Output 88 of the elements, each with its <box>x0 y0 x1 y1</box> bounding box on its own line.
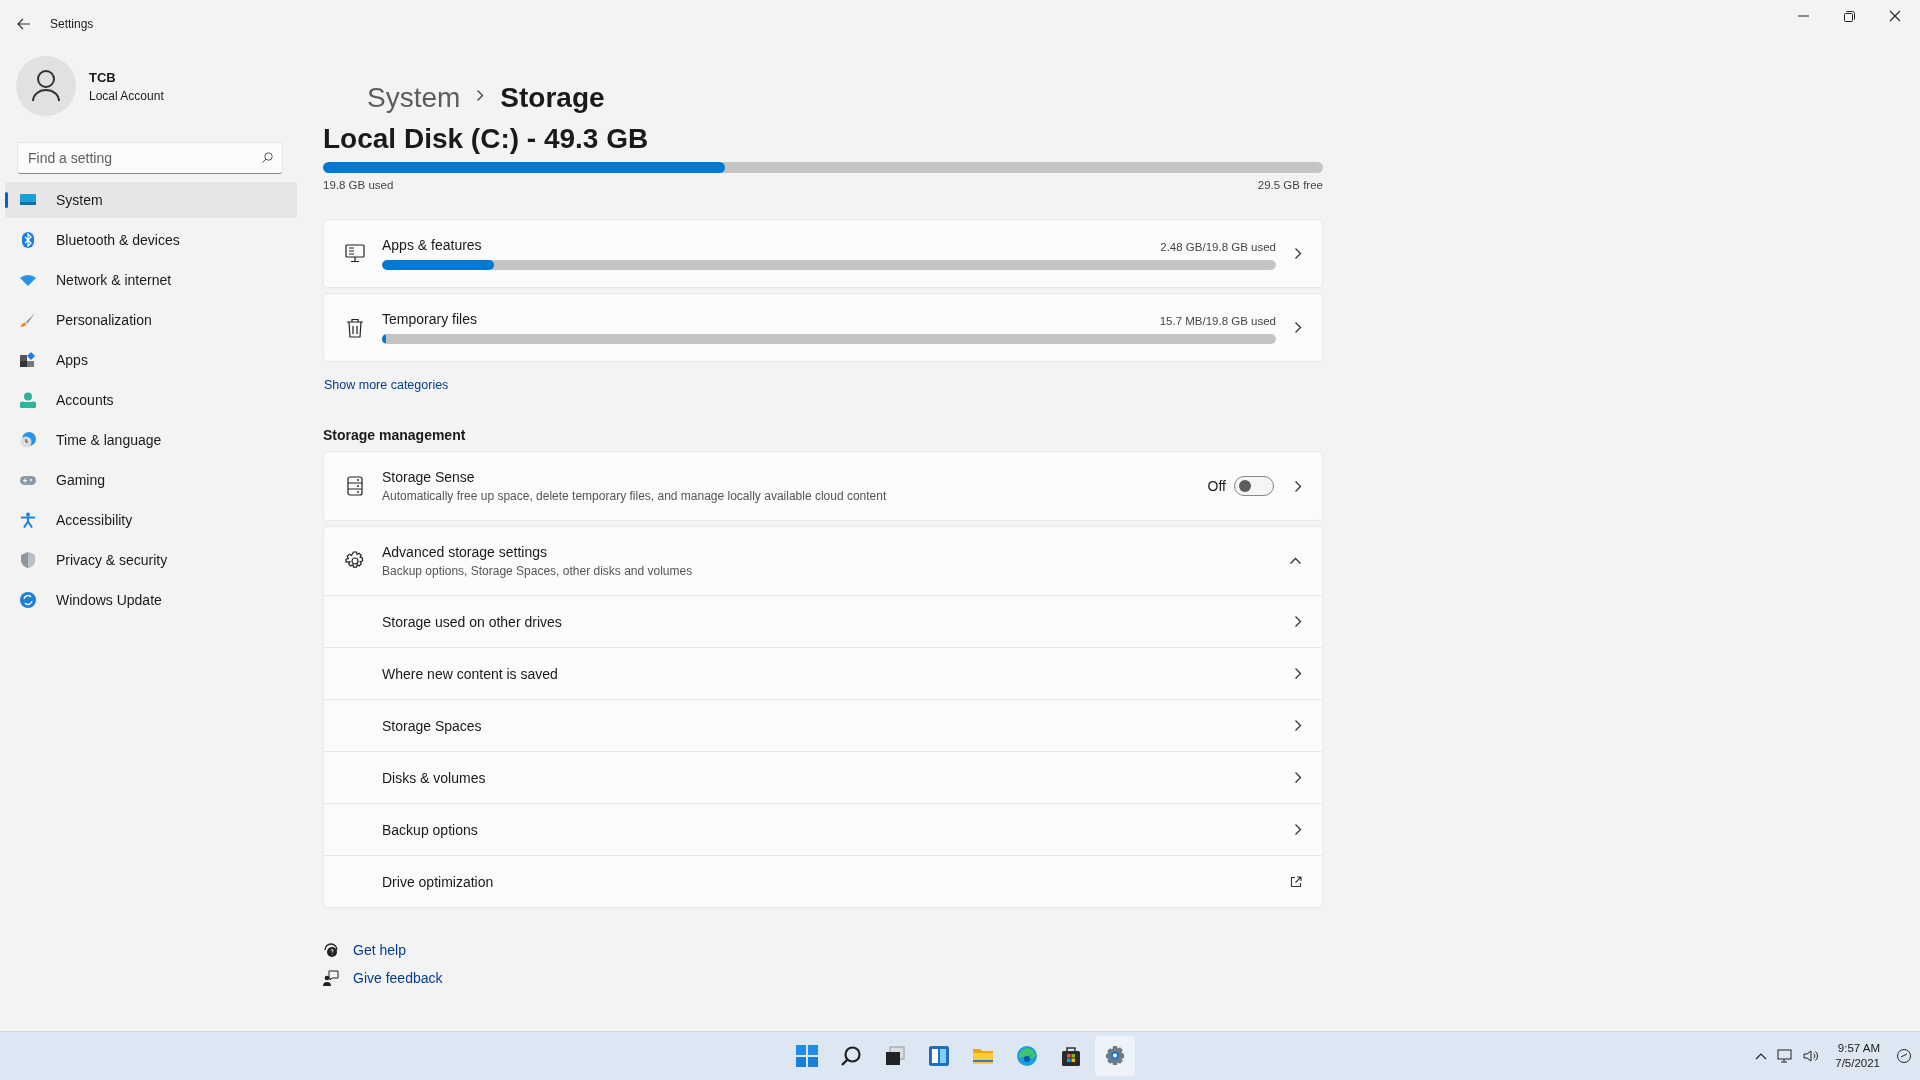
help-icon <box>323 942 339 958</box>
widgets-icon <box>928 1045 950 1067</box>
browser-icon <box>1016 1045 1038 1067</box>
feedback-icon <box>323 970 339 986</box>
settings-row[interactable]: Storage Spaces <box>324 699 1322 751</box>
nav-item[interactable]: Bluetooth & devices <box>5 222 297 258</box>
gear-icon <box>1104 1045 1126 1067</box>
chevron-right-icon <box>1294 321 1302 334</box>
category-usage: 15.7 MB/19.8 GB used <box>1159 315 1276 327</box>
toggle-state-label: Off <box>1207 478 1226 494</box>
close-icon <box>1889 10 1901 22</box>
breadcrumb-link[interactable]: System <box>367 82 461 114</box>
chevron-right-icon <box>1294 615 1302 628</box>
chevron-up-icon[interactable] <box>1755 1052 1768 1060</box>
minimize-icon <box>1797 15 1809 17</box>
nav-item[interactable]: Accessibility <box>5 502 297 538</box>
chevron-right-icon <box>1294 667 1302 680</box>
store-icon <box>1060 1045 1082 1067</box>
monitor-icon <box>20 192 36 208</box>
restore-icon <box>1843 10 1855 22</box>
nav-item[interactable]: Time & language <box>5 422 297 458</box>
free-label: 29.5 GB free <box>1257 179 1323 191</box>
setting-title: Storage Sense <box>382 469 476 485</box>
section-heading: Storage management <box>323 427 467 443</box>
trash-icon <box>346 317 364 338</box>
clock-time[interactable]: 9:57 AM <box>1837 1041 1880 1056</box>
page-title: Storage <box>500 82 605 114</box>
shield-icon <box>20 552 36 568</box>
external-link-icon <box>1290 875 1302 888</box>
storage-sense-card[interactable]: Storage Sense Automatically free up space, delete temporary files, and manage locally available cloud content Off <box>323 451 1323 521</box>
sync-icon <box>20 592 36 608</box>
chevron-right-icon <box>1294 247 1302 260</box>
disk-title: Local Disk (C:) - 49.3 GB <box>323 122 650 156</box>
used-label: 19.8 GB used <box>323 179 394 191</box>
apps-icon <box>20 352 36 368</box>
setting-title: Advanced storage settings <box>382 544 548 560</box>
nav-item[interactable]: Privacy & security <box>5 542 297 578</box>
chevron-right-icon <box>1294 823 1302 836</box>
category-card[interactable]: Temporary files 15.7 MB/19.8 GB used <box>323 293 1323 362</box>
clock-globe-icon <box>20 432 36 448</box>
bluetooth-icon <box>20 232 36 248</box>
toggle-switch[interactable] <box>1234 476 1274 496</box>
wifi-icon <box>20 272 36 288</box>
chevron-right-icon <box>476 88 485 102</box>
nav-item[interactable]: Accounts <box>5 382 297 418</box>
settings-icon <box>345 551 365 571</box>
start-icon <box>796 1045 818 1067</box>
notification-icon[interactable] <box>1896 1048 1912 1064</box>
volume-icon[interactable] <box>1803 1049 1820 1063</box>
search-field[interactable]: Find a setting <box>17 142 283 174</box>
show-more-link[interactable]: Show more categories <box>324 378 449 392</box>
nav-item[interactable]: Personalization <box>5 302 297 338</box>
category-card[interactable]: Apps & features 2.48 GB/19.8 GB used <box>323 219 1323 288</box>
chevron-right-icon <box>1294 479 1302 493</box>
search-icon <box>262 152 273 163</box>
settings-row[interactable]: Storage used on other drives <box>324 595 1322 647</box>
setting-description: Backup options, Storage Spaces, other disks and volumes <box>382 564 694 578</box>
category-usage: 2.48 GB/19.8 GB used <box>1160 241 1276 253</box>
chevron-right-icon <box>1294 719 1302 732</box>
settings-row[interactable]: Disks & volumes <box>324 751 1322 803</box>
task-view-icon <box>884 1045 906 1067</box>
monitor-icon[interactable] <box>1777 1049 1794 1063</box>
back-arrow-icon <box>17 18 31 30</box>
account-type: Local Account <box>89 88 164 103</box>
server-icon <box>347 476 363 496</box>
expander-header[interactable]: Advanced storage settings Backup options, Storage Spaces, other disks and volumes <box>324 527 1322 595</box>
help-link[interactable]: Get help <box>353 942 406 958</box>
clock-date[interactable]: 7/5/2021 <box>1835 1056 1880 1071</box>
settings-row[interactable]: Where new content is saved <box>324 647 1322 699</box>
help-link[interactable]: Give feedback <box>353 970 443 986</box>
setting-description: Automatically free up space, delete temporary files, and manage locally available cloud content <box>382 489 888 503</box>
window-title: Settings <box>50 17 94 31</box>
nav-item[interactable]: Gaming <box>5 462 297 498</box>
category-title: Temporary files <box>382 311 477 327</box>
search-icon <box>840 1045 862 1067</box>
chevron-right-icon <box>1294 771 1302 784</box>
settings-row[interactable]: Drive optimization <box>324 855 1322 907</box>
monitor-icon <box>345 244 365 263</box>
nav-item[interactable]: Apps <box>5 342 297 378</box>
nav-item[interactable]: Windows Update <box>5 582 297 618</box>
nav-item[interactable]: System <box>5 182 297 218</box>
category-title: Apps & features <box>382 237 482 253</box>
gear-button[interactable] <box>1095 1036 1135 1076</box>
settings-row[interactable]: Backup options <box>324 803 1322 855</box>
accessibility-icon <box>20 512 36 528</box>
person-icon <box>20 392 36 408</box>
account-name: TCB <box>89 69 117 85</box>
nav-item[interactable]: Network & internet <box>5 262 297 298</box>
